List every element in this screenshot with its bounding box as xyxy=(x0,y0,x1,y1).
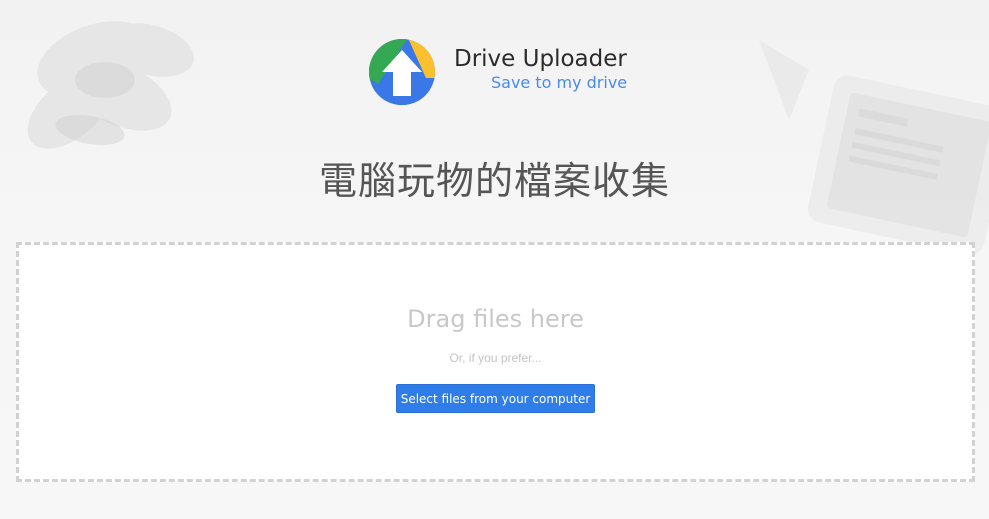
app-title: Drive Uploader xyxy=(454,46,627,72)
drive-upload-arrow-icon xyxy=(369,39,435,105)
tablet-decoration xyxy=(759,40,989,255)
page-title: 電腦玩物的檔案收集 xyxy=(318,159,670,203)
select-files-button[interactable]: Select files from your computer xyxy=(396,384,595,413)
drag-files-text: Drag files here xyxy=(407,305,584,333)
or-prefer-text: Or, if you prefer... xyxy=(449,351,542,365)
file-dropzone[interactable]: Drag files here Or, if you prefer... Sel… xyxy=(16,242,975,482)
app-header: Drive Uploader Save to my drive xyxy=(368,38,648,106)
app-subtitle: Save to my drive xyxy=(491,73,628,92)
